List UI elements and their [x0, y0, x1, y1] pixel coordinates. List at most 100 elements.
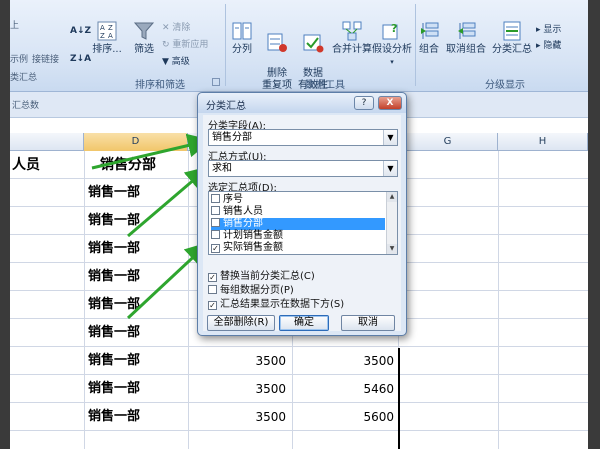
checkbox[interactable] — [211, 218, 220, 227]
replace-current-option[interactable]: ✓ 替换当前分类汇总(C) — [208, 267, 315, 282]
list-item-label: 序号 — [223, 194, 243, 205]
what-if-dropdown-icon: ▾ — [390, 58, 394, 66]
chevron-down-icon[interactable]: ▼ — [383, 161, 397, 176]
text-to-columns-button[interactable]: 分列 — [228, 20, 256, 56]
list-item[interactable]: 计划销售金额 — [211, 230, 385, 242]
list-item-selected[interactable]: 销售分部 — [211, 218, 385, 230]
header-cell-sales-person[interactable]: 人员 — [12, 151, 72, 179]
hide-detail-button[interactable]: ▸ 隐藏 — [536, 38, 561, 51]
subtotal-field-select[interactable]: 销售分部 ▼ — [208, 129, 398, 146]
plan-amount-cell[interactable]: 3500 — [190, 403, 286, 431]
list-item[interactable]: 销售人员 — [211, 206, 385, 218]
ok-button[interactable]: 确定 — [279, 315, 329, 331]
subtotal-button[interactable]: 分类汇总 — [490, 20, 534, 56]
checkbox[interactable] — [211, 194, 220, 203]
consolidate-icon — [342, 21, 362, 41]
scroll-down-icon[interactable]: ▼ — [387, 244, 397, 254]
dept-cell[interactable]: 销售一部 — [88, 403, 188, 431]
sort-button[interactable]: A Z Z A 排序... — [90, 20, 124, 56]
svg-text:?: ? — [391, 22, 397, 35]
list-item-label: 销售分部 — [223, 218, 263, 229]
checkbox[interactable] — [211, 230, 220, 239]
dept-cell[interactable]: 销售一部 — [88, 235, 188, 263]
close-button[interactable]: X — [378, 96, 402, 110]
dept-cell[interactable]: 销售一部 — [88, 291, 188, 319]
dept-cell[interactable]: 销售一部 — [88, 375, 188, 403]
group-button[interactable]: 组合 — [416, 20, 442, 56]
column-header-c[interactable] — [10, 133, 84, 151]
filter-funnel-icon — [133, 22, 155, 40]
filter-button[interactable]: 筛选 — [128, 20, 160, 56]
cancel-button[interactable]: 取消 — [341, 315, 395, 331]
data-tools-group-label: 数据工具 — [305, 80, 345, 91]
sort-az-button[interactable]: A↓Z — [70, 26, 91, 36]
plan-amount-cell[interactable]: 3500 — [190, 347, 286, 375]
checkbox[interactable]: ✓ — [211, 244, 220, 253]
option-label: 汇总结果显示在数据下方(S) — [220, 299, 345, 310]
table-row: 销售一部 3500 5460 — [10, 375, 588, 403]
ribbon-left-text-3: 接链接 — [32, 55, 60, 65]
list-item[interactable]: 序号 — [211, 194, 385, 206]
list-scrollbar[interactable]: ▲ ▼ — [386, 192, 397, 254]
svg-text:Z: Z — [108, 24, 113, 32]
header-cell-sales-dept[interactable]: 销售分部 — [100, 151, 190, 179]
remove-duplicates-icon — [267, 33, 287, 52]
checkbox[interactable] — [211, 206, 220, 215]
group-icon — [421, 22, 439, 39]
list-item[interactable]: ✓ 实际销售金额 — [211, 242, 385, 254]
split-columns-icon — [232, 22, 252, 40]
ungroup-label: 取消组合 — [446, 44, 486, 55]
show-detail-button[interactable]: ▸ 显示 — [536, 22, 561, 35]
scroll-up-icon[interactable]: ▲ — [387, 192, 397, 202]
sort-za-button[interactable]: Z↓A — [70, 54, 91, 64]
reapply-filter-button[interactable]: ↻ 重新应用 — [162, 37, 208, 50]
sort-filter-group-label: 排序和筛选 — [135, 80, 185, 91]
subtotal-label: 分类汇总 — [492, 44, 532, 55]
dept-cell[interactable]: 销售一部 — [88, 263, 188, 291]
dept-cell[interactable]: 销售一部 — [88, 207, 188, 235]
ungroup-button[interactable]: 取消组合 — [444, 20, 488, 56]
gridline — [84, 151, 85, 449]
dept-cell[interactable]: 销售一部 — [88, 347, 188, 375]
ribbon-separator — [225, 4, 226, 86]
svg-text:Z: Z — [100, 32, 105, 40]
dept-cell[interactable]: 销售一部 — [88, 179, 188, 207]
sort-filter-launcher[interactable] — [212, 78, 220, 86]
column-header-g[interactable]: G — [398, 133, 498, 151]
filter-label: 筛选 — [134, 44, 154, 55]
what-if-analysis-button[interactable]: ? 假设分析 ▾ — [372, 20, 412, 68]
list-item-label: 销售人员 — [223, 206, 263, 217]
actual-amount-cell[interactable]: 3500 — [300, 347, 394, 375]
consolidate-button[interactable]: 合并计算 — [332, 20, 372, 56]
plan-amount-cell[interactable]: 3500 — [190, 375, 286, 403]
dept-cell[interactable]: 销售一部 — [88, 319, 188, 347]
checkbox[interactable] — [208, 285, 217, 294]
actual-amount-cell[interactable]: 5600 — [300, 403, 394, 431]
summary-method-select[interactable]: 求和 ▼ — [208, 160, 398, 177]
subtotal-items-list: 序号 销售人员 销售分部 计划销售金额 ✓ 实际销售金额 ▲ ▼ — [208, 191, 398, 255]
hide-label: 隐藏 — [543, 41, 562, 51]
chevron-down-icon[interactable]: ▼ — [383, 130, 397, 145]
column-header-h[interactable]: H — [498, 133, 588, 151]
column-header-d[interactable]: D — [84, 133, 188, 151]
dialog-body: 分类字段(A): 销售分部 ▼ 汇总方式(U): 求和 ▼ 选定汇总项(D): … — [203, 115, 401, 331]
subtotal-dialog: 分类汇总 ? X 分类字段(A): 销售分部 ▼ 汇总方式(U): 求和 ▼ 选… — [197, 92, 407, 336]
actual-amount-cell[interactable]: 5460 — [300, 375, 394, 403]
list-item-label: 实际销售金额 — [223, 242, 283, 253]
table-row: 销售一部 3500 5600 — [10, 403, 588, 431]
ribbon-left-text-4: 类汇总 — [10, 73, 38, 83]
remove-all-button[interactable]: 全部删除(R) — [207, 315, 275, 331]
table-row: 销售一部 3500 3500 — [10, 347, 588, 375]
help-button[interactable]: ? — [354, 96, 374, 110]
dialog-titlebar[interactable]: 分类汇总 ? X — [198, 93, 406, 113]
advanced-filter-button[interactable]: ▼ 高级 — [162, 54, 190, 67]
summary-below-option[interactable]: ✓ 汇总结果显示在数据下方(S) — [208, 295, 344, 310]
outline-group-label: 分级显示 — [485, 80, 525, 91]
clear-filter-button[interactable]: ✕ 清除 — [162, 20, 190, 33]
sort-label: 排序... — [92, 44, 122, 55]
checkbox[interactable]: ✓ — [208, 301, 217, 310]
formula-bar-left-text: 汇总数 — [12, 101, 40, 111]
consolidate-label: 合并计算 — [332, 44, 372, 55]
show-label: 显示 — [543, 25, 562, 35]
page-break-option[interactable]: 每组数据分页(P) — [208, 281, 294, 296]
